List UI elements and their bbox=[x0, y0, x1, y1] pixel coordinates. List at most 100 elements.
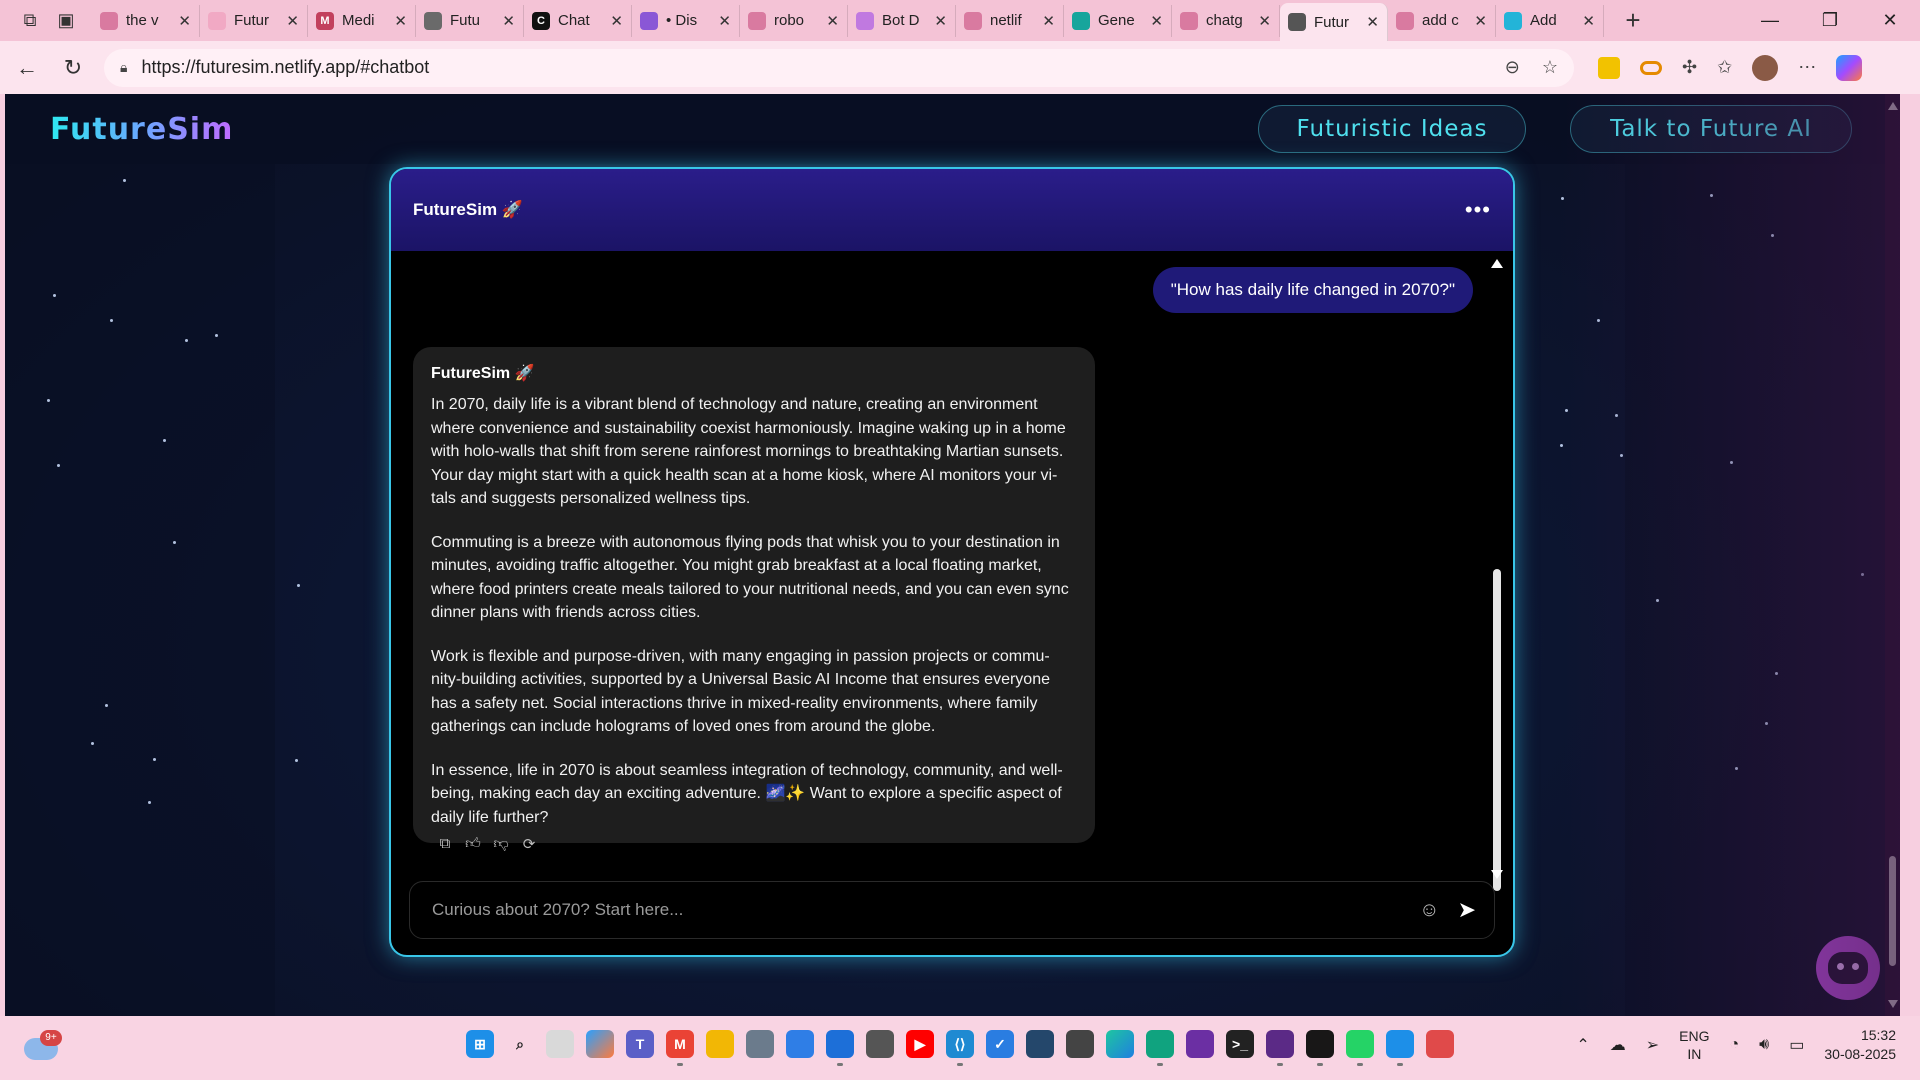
whatsapp-icon[interactable] bbox=[1346, 1030, 1374, 1066]
close-tab-icon[interactable]: ✕ bbox=[394, 12, 407, 30]
clock[interactable]: 15:32 30-08-2025 bbox=[1824, 1026, 1896, 1064]
browser-tab[interactable]: C Chat ✕ bbox=[524, 4, 632, 37]
app-icon[interactable] bbox=[1266, 1030, 1294, 1066]
todo-icon[interactable]: ✓ bbox=[986, 1030, 1014, 1058]
browser-tab[interactable]: robo ✕ bbox=[740, 4, 848, 37]
scroll-thumb[interactable] bbox=[1493, 569, 1501, 891]
teams-icon[interactable]: T bbox=[626, 1030, 654, 1058]
github-icon[interactable] bbox=[1306, 1030, 1334, 1066]
vscode-icon[interactable]: ⟨⟩ bbox=[946, 1030, 974, 1066]
task-view-icon[interactable] bbox=[546, 1030, 574, 1058]
site-info-icon[interactable]: 🔒︎ bbox=[120, 59, 127, 76]
copilot-icon[interactable] bbox=[1836, 54, 1863, 81]
wifi-icon[interactable]: ◔ bbox=[1729, 1036, 1739, 1054]
regenerate-icon[interactable]: ⟳ bbox=[521, 835, 537, 853]
more-menu-icon[interactable]: ⋯ bbox=[1798, 57, 1816, 78]
calculator-icon[interactable] bbox=[866, 1030, 894, 1058]
location-icon[interactable]: ➢ bbox=[1646, 1035, 1659, 1055]
extension-yellow-icon[interactable] bbox=[1598, 56, 1620, 79]
gmail-icon[interactable]: M bbox=[666, 1030, 694, 1066]
nav-futuristic-ideas[interactable]: Futuristic Ideas bbox=[1258, 105, 1526, 153]
battery-icon[interactable]: ▭ bbox=[1789, 1035, 1804, 1055]
zoom-icon[interactable]: ⊖ bbox=[1505, 57, 1520, 78]
page-scroll-up-icon[interactable] bbox=[1888, 102, 1898, 110]
browser-tab[interactable]: Gene ✕ bbox=[1064, 4, 1172, 37]
youtube-icon[interactable]: ▶ bbox=[906, 1030, 934, 1058]
volume-icon[interactable]: 🔊︎ bbox=[1759, 1036, 1769, 1054]
close-tab-icon[interactable]: ✕ bbox=[1150, 12, 1163, 30]
camera-icon[interactable] bbox=[746, 1030, 774, 1058]
close-tab-icon[interactable]: ✕ bbox=[178, 12, 191, 30]
back-button[interactable]: ← bbox=[8, 49, 46, 87]
extensions-puzzle-icon[interactable]: ✣ bbox=[1682, 57, 1697, 78]
extension-infinity-icon[interactable] bbox=[1640, 60, 1662, 75]
browser-tab[interactable]: Add ✕ bbox=[1496, 4, 1604, 37]
start-button[interactable]: ⊞ bbox=[466, 1030, 494, 1058]
chat-scrollbar[interactable] bbox=[1491, 259, 1503, 891]
search-icon[interactable]: ⌕ bbox=[506, 1030, 534, 1058]
close-tab-icon[interactable]: ✕ bbox=[718, 12, 731, 30]
page-scroll-thumb[interactable] bbox=[1889, 856, 1896, 966]
close-tab-icon[interactable]: ✕ bbox=[286, 12, 299, 30]
terminal-icon[interactable]: >_ bbox=[1226, 1030, 1254, 1058]
browser-tab[interactable]: Bot D ✕ bbox=[848, 4, 956, 37]
close-tab-icon[interactable]: ✕ bbox=[1366, 13, 1379, 31]
copy-icon[interactable]: ⧉ bbox=[437, 835, 453, 853]
close-tab-icon[interactable]: ✕ bbox=[1258, 12, 1271, 30]
refresh-button[interactable]: ↻ bbox=[54, 49, 92, 87]
minimize-button[interactable]: — bbox=[1740, 0, 1800, 41]
new-tab-button[interactable]: + bbox=[1618, 5, 1648, 36]
weather-widget[interactable]: 9+ bbox=[24, 1030, 62, 1060]
scroll-up-arrow-icon[interactable] bbox=[1491, 259, 1503, 268]
close-tab-icon[interactable]: ✕ bbox=[1582, 12, 1595, 30]
workspaces-icon[interactable]: ⧉ bbox=[14, 5, 46, 37]
close-tab-icon[interactable]: ✕ bbox=[610, 12, 623, 30]
url-field[interactable]: 🔒︎ https://futuresim.netlify.app/#chatbo… bbox=[104, 48, 1574, 87]
close-tab-icon[interactable]: ✕ bbox=[934, 12, 947, 30]
browser-tab[interactable]: • Dis ✕ bbox=[632, 4, 740, 37]
thumbs-up-icon[interactable]: 👍︎ bbox=[465, 835, 481, 853]
close-tab-icon[interactable]: ✕ bbox=[1042, 12, 1055, 30]
emoji-icon[interactable]: ☺ bbox=[1419, 899, 1439, 922]
scroll-down-arrow-icon[interactable] bbox=[1491, 870, 1503, 879]
restore-button[interactable]: ❐ bbox=[1800, 0, 1860, 41]
notepad-icon[interactable] bbox=[826, 1030, 854, 1066]
app-icon[interactable] bbox=[1186, 1030, 1214, 1058]
browser-tab[interactable]: add c ✕ bbox=[1388, 4, 1496, 37]
close-window-button[interactable]: ✕ bbox=[1860, 0, 1920, 41]
onedrive-icon[interactable] bbox=[1386, 1030, 1414, 1066]
browser-tab[interactable]: Futur ✕ bbox=[1280, 3, 1388, 41]
close-tab-icon[interactable]: ✕ bbox=[826, 12, 839, 30]
send-icon[interactable]: ➤ bbox=[1458, 897, 1476, 923]
chat-input[interactable] bbox=[432, 900, 1420, 920]
favorite-star-icon[interactable]: ☆ bbox=[1542, 57, 1558, 78]
close-tab-icon[interactable]: ✕ bbox=[502, 12, 515, 30]
browser-tab[interactable]: chatg ✕ bbox=[1172, 4, 1280, 37]
close-tab-icon[interactable]: ✕ bbox=[1474, 12, 1487, 30]
tab-actions-icon[interactable]: ▣ bbox=[50, 5, 82, 37]
app-icon[interactable] bbox=[1026, 1030, 1054, 1058]
chatbot-launcher-button[interactable] bbox=[1816, 936, 1880, 1000]
chat-menu-icon[interactable]: ••• bbox=[1465, 197, 1491, 223]
edge-icon[interactable] bbox=[1106, 1030, 1134, 1058]
app-icon[interactable] bbox=[1426, 1030, 1454, 1058]
thumbs-down-icon[interactable]: 👎︎ bbox=[493, 835, 509, 853]
page-scrollbar[interactable] bbox=[1885, 94, 1900, 1016]
site-logo[interactable]: FutureSim bbox=[50, 112, 233, 147]
browser-tab[interactable]: M Medi ✕ bbox=[308, 4, 416, 37]
nav-talk-to-future-ai[interactable]: Talk to Future AI bbox=[1570, 105, 1852, 153]
browser-tab[interactable]: netlif ✕ bbox=[956, 4, 1064, 37]
cloud-offline-icon[interactable]: ☁ bbox=[1610, 1035, 1626, 1055]
app-icon[interactable] bbox=[1066, 1030, 1094, 1058]
browser-tab[interactable]: the v ✕ bbox=[92, 4, 200, 37]
chatgpt-icon[interactable] bbox=[1146, 1030, 1174, 1066]
browser-tab[interactable]: Futur ✕ bbox=[200, 4, 308, 37]
page-scroll-down-icon[interactable] bbox=[1888, 1000, 1898, 1008]
browser-tab[interactable]: Futu ✕ bbox=[416, 4, 524, 37]
file-explorer-icon[interactable] bbox=[706, 1030, 734, 1058]
store-icon[interactable] bbox=[786, 1030, 814, 1058]
language-indicator[interactable]: ENG IN bbox=[1679, 1027, 1709, 1063]
show-hidden-icons-icon[interactable]: ⌃ bbox=[1576, 1035, 1589, 1055]
favorites-icon[interactable]: ✩ bbox=[1717, 57, 1732, 78]
copilot-app-icon[interactable] bbox=[586, 1030, 614, 1058]
